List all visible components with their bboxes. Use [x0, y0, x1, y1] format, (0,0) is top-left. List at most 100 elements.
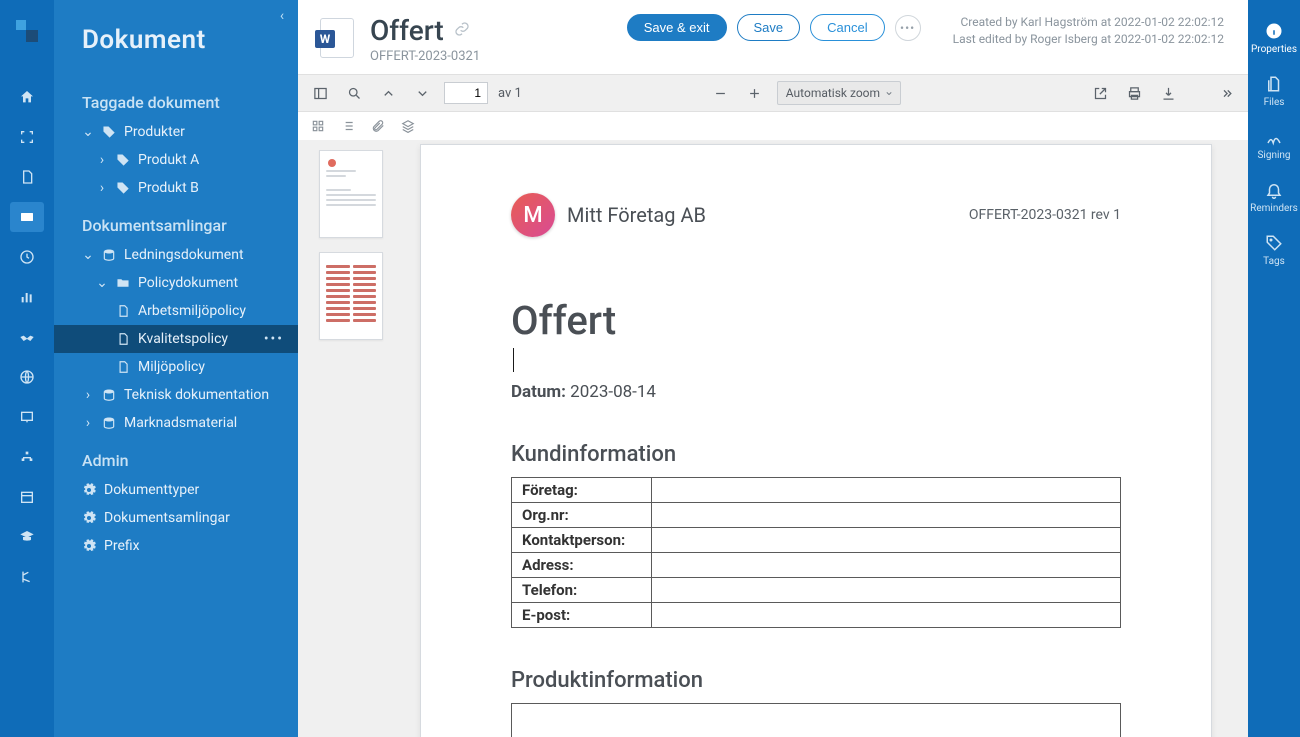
tree-arbets[interactable]: Arbetsmiljöpolicy [54, 297, 298, 325]
tree-label: Policydokument [138, 275, 238, 291]
date-label: Datum: [511, 382, 566, 402]
open-external-icon[interactable] [1088, 81, 1112, 105]
row-company-label: Företag: [512, 478, 652, 503]
zoom-out-icon[interactable] [709, 81, 733, 105]
tree-label: Produkt A [138, 152, 199, 168]
tree-ledning[interactable]: ⌄ Ledningsdokument [54, 241, 298, 269]
save-button[interactable]: Save [737, 14, 801, 41]
file-icon [116, 360, 130, 374]
toggle-sidebar-icon[interactable] [308, 81, 332, 105]
chevron-down-icon: ⌄ [96, 275, 108, 291]
product-info-box [511, 703, 1121, 737]
panel-signing[interactable]: Signing [1248, 120, 1300, 169]
nav-home-icon[interactable] [10, 82, 44, 112]
customer-table: Företag: Org.nr: Kontaktperson: Adress: … [511, 477, 1121, 628]
section-tagged-title: Taggade dokument [54, 79, 298, 118]
nav-chart-icon[interactable] [10, 282, 44, 312]
save-exit-button[interactable]: Save & exit [627, 14, 727, 41]
tree-kvalitet[interactable]: Kvalitetspolicy ••• [54, 325, 298, 353]
tag-icon [116, 181, 130, 195]
grid-view-icon[interactable] [308, 116, 328, 136]
admin-doksaml[interactable]: Dokumentsamlingar [54, 504, 298, 532]
next-page-icon[interactable] [410, 81, 434, 105]
print-icon[interactable] [1122, 81, 1146, 105]
company-name: Mitt Företag AB [567, 203, 706, 227]
row-phone-value [652, 578, 1121, 603]
zoom-in-icon[interactable] [743, 81, 767, 105]
page-thumbnail-2[interactable] [319, 252, 383, 340]
panel-reminders[interactable]: Reminders [1248, 173, 1300, 222]
nav-org-icon[interactable] [10, 442, 44, 472]
doc-subtitle: OFFERT-2023-0321 [370, 49, 480, 64]
nav-handshake-icon[interactable] [10, 322, 44, 352]
section-product: Produktinformation [511, 668, 1121, 693]
tree-label: Marknadsmaterial [124, 415, 237, 431]
document-viewer: M Mitt Företag AB OFFERT-2023-0321 rev 1… [298, 140, 1248, 737]
attachment-icon[interactable] [368, 116, 388, 136]
nav-board-icon[interactable] [10, 402, 44, 432]
tree-marknad[interactable]: › Marknadsmaterial [54, 409, 298, 437]
download-icon[interactable] [1156, 81, 1180, 105]
nav-doc-icon[interactable] [10, 162, 44, 192]
tree-label: Miljöpolicy [138, 359, 205, 375]
header-more-icon[interactable]: ••• [895, 15, 921, 41]
row-phone-label: Telefon: [512, 578, 652, 603]
database-icon [102, 388, 116, 402]
link-icon[interactable] [454, 21, 470, 41]
row-contact-value [652, 528, 1121, 553]
nav-calendar-icon[interactable] [10, 482, 44, 512]
search-icon[interactable] [342, 81, 366, 105]
text-cursor [513, 348, 514, 372]
sidebar: ‹ Dokument Taggade dokument ⌄ Produkter … [54, 0, 298, 737]
tree-policy[interactable]: ⌄ Policydokument [54, 269, 298, 297]
nav-scan-icon[interactable] [10, 122, 44, 152]
chevron-right-icon: › [96, 152, 108, 168]
nav-globe-icon[interactable] [10, 362, 44, 392]
company-avatar: M [511, 193, 555, 237]
database-icon [102, 416, 116, 430]
layers-icon[interactable] [398, 116, 418, 136]
tree-label: Teknisk dokumentation [124, 387, 269, 403]
sidebar-title: Dokument [54, 0, 298, 55]
tree-miljo[interactable]: Miljöpolicy [54, 353, 298, 381]
gear-icon [82, 511, 96, 525]
gear-icon [82, 539, 96, 553]
tree-product-a[interactable]: › Produkt A [54, 146, 298, 174]
cancel-button[interactable]: Cancel [810, 14, 884, 41]
admin-label: Dokumentsamlingar [104, 510, 230, 526]
word-file-icon [320, 18, 354, 58]
zoom-select[interactable]: Automatisk zoom [777, 81, 901, 105]
tree-product-b[interactable]: › Produkt B [54, 174, 298, 202]
chevron-down-icon: ⌄ [82, 247, 94, 263]
page-thumbnail-1[interactable] [319, 150, 383, 238]
edited-by-text: Last edited by Roger Isberg at 2022-01-0… [953, 31, 1224, 48]
page-scroll-area[interactable]: M Mitt Företag AB OFFERT-2023-0321 rev 1… [404, 140, 1248, 737]
more-icon[interactable]: ••• [264, 331, 284, 347]
viewer-toolbar: av 1 Automatisk zoom [298, 74, 1248, 112]
admin-doktyper[interactable]: Dokumenttyper [54, 476, 298, 504]
panel-tags[interactable]: Tags [1248, 226, 1300, 275]
panel-files[interactable]: Files [1248, 67, 1300, 116]
tree-products[interactable]: ⌄ Produkter [54, 118, 298, 146]
gear-icon [82, 483, 96, 497]
panel-label: Signing [1257, 150, 1290, 161]
tree-label: Produkt B [138, 180, 199, 196]
doc-title: Offert [370, 14, 444, 47]
toolbar-more-icon[interactable] [1214, 81, 1238, 105]
tree-label: Arbetsmiljöpolicy [138, 303, 246, 319]
row-email-value [652, 603, 1121, 628]
nav-documents-icon[interactable] [10, 202, 44, 232]
panel-label: Tags [1263, 256, 1285, 267]
nav-grad-icon[interactable] [10, 522, 44, 552]
tree-teknisk[interactable]: › Teknisk dokumentation [54, 381, 298, 409]
prev-page-icon[interactable] [376, 81, 400, 105]
page-number-input[interactable] [444, 82, 488, 104]
nav-branch-icon[interactable] [10, 562, 44, 592]
sidebar-collapse-icon[interactable]: ‹ [272, 6, 292, 26]
nav-clock-icon[interactable] [10, 242, 44, 272]
admin-prefix[interactable]: Prefix [54, 532, 298, 560]
panel-properties[interactable]: Properties [1248, 14, 1300, 63]
panel-label: Files [1264, 97, 1285, 108]
list-view-icon[interactable] [338, 116, 358, 136]
doc-heading: Offert [511, 297, 1121, 344]
